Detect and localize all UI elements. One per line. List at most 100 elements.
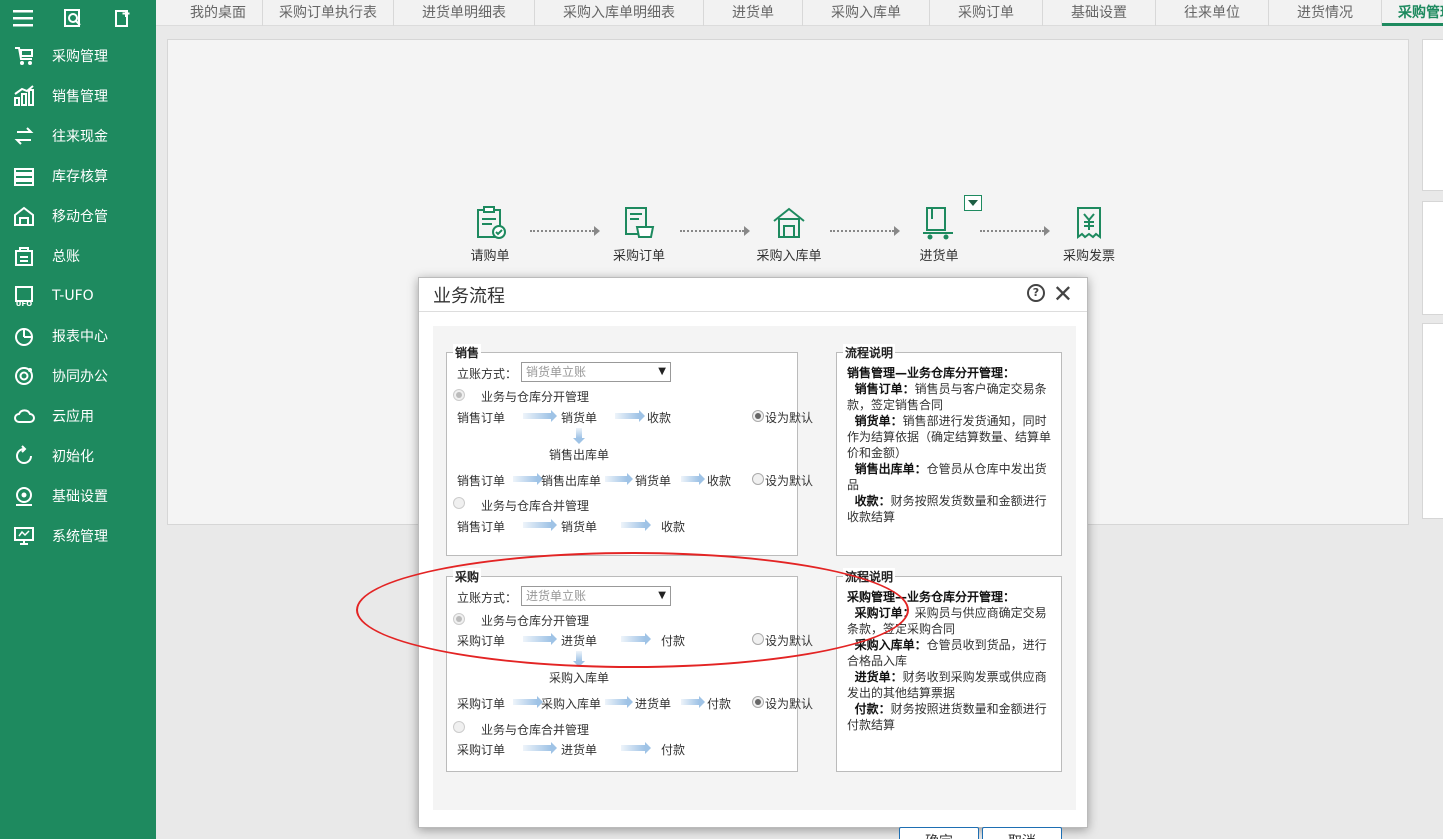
dropdown-toggle[interactable] xyxy=(964,195,982,211)
flow-step: 销货单 xyxy=(635,474,672,488)
tab-receipt-detail[interactable]: 进货单明细表 xyxy=(394,0,535,26)
clipboard-check-icon xyxy=(477,206,506,239)
sidebar-item-init[interactable]: 初始化 xyxy=(0,436,156,476)
method-label: 立账方式： xyxy=(457,591,518,605)
desc-key: 收款： xyxy=(854,494,891,508)
flow-connector xyxy=(680,226,750,236)
purchase-merge-radio[interactable] xyxy=(453,721,465,733)
sales-merge-radio[interactable] xyxy=(453,497,465,509)
invoice-yen-icon xyxy=(1077,207,1101,239)
tab-partners[interactable]: 往来单位 xyxy=(1156,0,1269,26)
flow-node-label: 进货单 xyxy=(919,249,959,264)
desc-key: 采购入库单： xyxy=(854,638,927,652)
flow-step: 收款 xyxy=(661,520,686,534)
tab-receipt[interactable]: 进货单 xyxy=(704,0,803,26)
search-doc-icon[interactable] xyxy=(62,7,84,29)
flow-step: 销货单 xyxy=(561,411,598,425)
flow-node-requisition[interactable]: 请购单 xyxy=(450,205,530,264)
flow-arrow xyxy=(681,473,705,485)
svg-text:UFO: UFO xyxy=(16,300,32,307)
tab-desktop[interactable]: 我的桌面 xyxy=(156,0,263,26)
tab-basic-settings[interactable]: 基础设置 xyxy=(1043,0,1156,26)
stack-icon xyxy=(12,164,36,188)
sidebar-item-label: 移动仓管 xyxy=(52,209,108,225)
help-icon[interactable]: ? xyxy=(1027,284,1045,302)
flow-arrow-down xyxy=(573,651,585,667)
close-icon[interactable]: ✕ xyxy=(1053,280,1073,308)
monitor-icon xyxy=(12,524,36,548)
sidebar: 采购管理 销售管理 往来现金 库存核算 移动仓管 总账 UFO T-UFO 报表… xyxy=(0,0,156,839)
sales-default-radio-1[interactable] xyxy=(752,410,764,422)
sidebar-item-tufo[interactable]: UFO T-UFO xyxy=(0,276,156,316)
flow-node-receipt[interactable]: 进货单 xyxy=(899,205,979,264)
purchase-default-radio-2[interactable] xyxy=(752,696,764,708)
flow-node-label: 请购单 xyxy=(470,249,510,264)
purchase-desc-text: 采购管理—业务仓库分开管理： 采购订单：采购员与供应商确定交易条款，签定采购合同… xyxy=(847,589,1057,733)
flow-step: 付款 xyxy=(707,697,732,711)
menu-icon[interactable] xyxy=(12,7,34,29)
set-default-label: 设为默认 xyxy=(765,634,814,648)
sales-default-radio-2[interactable] xyxy=(752,473,764,485)
cancel-button[interactable]: 取消 xyxy=(982,827,1062,839)
flow-node-invoice[interactable]: 采购发票 xyxy=(1049,205,1129,264)
ok-button[interactable]: 确定 xyxy=(899,827,979,839)
flow-connector xyxy=(980,226,1050,236)
sales-method-select[interactable]: 销货单立账 ▼ xyxy=(521,362,671,382)
add-doc-icon[interactable] xyxy=(112,7,134,29)
sidebar-item-mobile-warehouse[interactable]: 移动仓管 xyxy=(0,196,156,236)
flow-step: 采购订单 xyxy=(457,743,506,757)
tab-po-exec[interactable]: 采购订单执行表 xyxy=(263,0,394,26)
purchase-split-radio[interactable] xyxy=(453,613,465,625)
flow-arrow xyxy=(681,696,705,708)
sidebar-item-reports[interactable]: 报表中心 xyxy=(0,316,156,356)
tab-label: 采购管理 xyxy=(1398,4,1443,21)
sidebar-item-system[interactable]: 系统管理 xyxy=(0,516,156,556)
sidebar-item-inventory[interactable]: 库存核算 xyxy=(0,156,156,196)
sidebar-item-label: 报表中心 xyxy=(52,329,108,345)
flow-arrow xyxy=(513,473,543,485)
sidebar-item-label: 初始化 xyxy=(52,449,94,465)
flow-step: 收款 xyxy=(647,411,672,425)
flow-step: 销售出库单 xyxy=(549,448,610,462)
tab-receipt-status[interactable]: 进货情况 xyxy=(1269,0,1382,26)
flow-step: 销售订单 xyxy=(457,474,506,488)
sales-desc-group: 流程说明 销售管理—业务仓库分开管理： 销售订单：销售员与客户确定交易条款，签定… xyxy=(836,344,1062,556)
purchase-method-select[interactable]: 进货单立账 ▼ xyxy=(521,586,671,606)
sidebar-item-basic-settings[interactable]: 基础设置 xyxy=(0,476,156,516)
chevron-down-icon: ▼ xyxy=(658,590,666,601)
sidebar-item-purchase[interactable]: 采购管理 xyxy=(0,36,156,76)
option-label: 业务与仓库合并管理 xyxy=(481,723,590,737)
set-default-label: 设为默认 xyxy=(765,697,814,711)
group-title: 采购 xyxy=(453,568,482,585)
exchange-icon xyxy=(12,124,36,148)
flow-step: 销售出库单 xyxy=(541,474,602,488)
sidebar-item-label: 协同办公 xyxy=(52,369,108,385)
sidebar-item-label: 云应用 xyxy=(52,409,94,425)
right-panel-1 xyxy=(1422,39,1443,191)
flow-arrow xyxy=(523,519,557,531)
tab-purchase-mgmt[interactable]: 采购管理✕ xyxy=(1382,0,1443,26)
sidebar-item-cash[interactable]: 往来现金 xyxy=(0,116,156,156)
sidebar-item-label: 销售管理 xyxy=(52,89,108,105)
flow-step: 进货单 xyxy=(635,697,672,711)
desc-heading: 销售管理—业务仓库分开管理： xyxy=(847,366,1016,380)
receipt-cart-icon xyxy=(923,207,953,240)
group-title: 流程说明 xyxy=(843,344,896,361)
sidebar-item-sales[interactable]: 销售管理 xyxy=(0,76,156,116)
sales-split-radio[interactable] xyxy=(453,389,465,401)
tab-inbound-detail[interactable]: 采购入库单明细表 xyxy=(535,0,704,26)
desc-key: 进货单： xyxy=(854,670,903,684)
select-value: 销货单立账 xyxy=(526,365,587,379)
purchase-default-radio-1[interactable] xyxy=(752,633,764,645)
flow-node-inbound[interactable]: 采购入库单 xyxy=(749,205,829,264)
pie-icon xyxy=(12,324,36,348)
tab-inbound[interactable]: 采购入库单 xyxy=(803,0,930,26)
sidebar-item-ledger[interactable]: 总账 xyxy=(0,236,156,276)
flow-node-po[interactable]: 采购订单 xyxy=(599,205,679,264)
right-panel-2 xyxy=(1422,201,1443,315)
tab-po[interactable]: 采购订单 xyxy=(930,0,1043,26)
option-label: 业务与仓库分开管理 xyxy=(481,614,590,628)
sidebar-item-label: 总账 xyxy=(52,249,80,265)
sidebar-item-collab[interactable]: 协同办公 xyxy=(0,356,156,396)
sidebar-item-cloud[interactable]: 云应用 xyxy=(0,396,156,436)
